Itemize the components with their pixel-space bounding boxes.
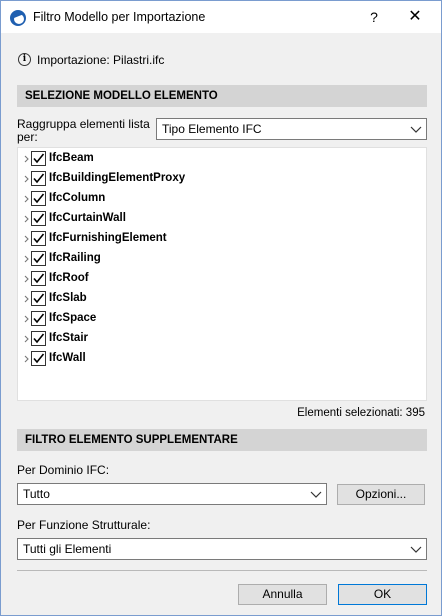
tree-item[interactable]: IfcBeam bbox=[18, 149, 318, 169]
close-button[interactable]: ✕ bbox=[404, 6, 426, 28]
item-checkbox[interactable] bbox=[31, 231, 46, 246]
selected-count: Elementi selezionati: 395 bbox=[297, 407, 425, 419]
tree-item[interactable]: IfcColumn bbox=[18, 189, 318, 209]
group-by-label: Raggruppa elementi lista per: bbox=[17, 117, 150, 144]
item-checkbox[interactable] bbox=[31, 191, 46, 206]
item-checkbox[interactable] bbox=[31, 171, 46, 186]
tree-item-label: IfcFurnishingElement bbox=[49, 232, 167, 244]
group-by-value: Tipo Elemento IFC bbox=[162, 122, 262, 136]
ifc-domain-label: Per Dominio IFC: bbox=[17, 463, 110, 477]
item-checkbox[interactable] bbox=[31, 331, 46, 346]
group-by-dropdown[interactable]: Tipo Elemento IFC bbox=[156, 118, 427, 140]
item-checkbox[interactable] bbox=[31, 211, 46, 226]
tree-item-label: IfcSlab bbox=[49, 292, 87, 304]
tree-item[interactable]: IfcFurnishingElement bbox=[18, 229, 318, 249]
ifc-domain-dropdown[interactable]: Tutto bbox=[17, 483, 327, 505]
footer-divider bbox=[17, 570, 427, 571]
chevron-down-icon bbox=[410, 126, 422, 133]
tree-item-label: IfcCurtainWall bbox=[49, 212, 126, 224]
item-checkbox[interactable] bbox=[31, 271, 46, 286]
tree-item[interactable]: IfcWall bbox=[18, 349, 318, 369]
tree-item[interactable]: IfcSpace bbox=[18, 309, 318, 329]
tree-item-label: IfcSpace bbox=[49, 312, 97, 324]
tree-item-label: IfcRailing bbox=[49, 252, 101, 264]
item-checkbox[interactable] bbox=[31, 251, 46, 266]
item-checkbox[interactable] bbox=[31, 311, 46, 326]
tree-item[interactable]: IfcBuildingElementProxy bbox=[18, 169, 318, 189]
chevron-down-icon bbox=[310, 491, 322, 498]
tree-item-label: IfcWall bbox=[49, 352, 86, 364]
dialog-window: Filtro Modello per Importazione ? ✕ i Im… bbox=[0, 0, 442, 616]
tree-item-label: IfcBeam bbox=[49, 152, 94, 164]
tree-item[interactable]: IfcSlab bbox=[18, 289, 318, 309]
options-button[interactable]: Opzioni... bbox=[337, 484, 425, 505]
help-button[interactable]: ? bbox=[364, 6, 384, 28]
element-tree[interactable]: IfcBeam IfcBuildingElementProxy IfcColumn I… bbox=[17, 147, 427, 401]
chevron-down-icon bbox=[410, 546, 422, 553]
tree-item[interactable]: IfcStair bbox=[18, 329, 318, 349]
title-bar: Filtro Modello per Importazione ? ✕ bbox=[1, 1, 441, 33]
tree-item[interactable]: IfcRailing bbox=[18, 249, 318, 269]
item-checkbox[interactable] bbox=[31, 351, 46, 366]
ok-button[interactable]: OK bbox=[338, 584, 427, 605]
tree-item[interactable]: IfcRoof bbox=[18, 269, 318, 289]
structural-function-label: Per Funzione Strutturale: bbox=[17, 518, 151, 532]
archicad-app-icon bbox=[10, 10, 26, 26]
section-header-additional-filter: FILTRO ELEMENTO SUPPLEMENTARE bbox=[17, 429, 427, 451]
item-checkbox[interactable] bbox=[31, 291, 46, 306]
cancel-button[interactable]: Annulla bbox=[238, 584, 327, 605]
info-icon: i bbox=[18, 53, 31, 66]
ifc-domain-value: Tutto bbox=[23, 487, 50, 501]
window-title: Filtro Modello per Importazione bbox=[33, 10, 206, 24]
structural-function-dropdown[interactable]: Tutti gli Elementi bbox=[17, 538, 427, 560]
tree-item-label: IfcStair bbox=[49, 332, 88, 344]
item-checkbox[interactable] bbox=[31, 151, 46, 166]
import-file-text: Importazione: Pilastri.ifc bbox=[37, 53, 165, 67]
tree-item-label: IfcRoof bbox=[49, 272, 89, 284]
tree-item-label: IfcColumn bbox=[49, 192, 106, 204]
tree-item[interactable]: IfcCurtainWall bbox=[18, 209, 318, 229]
structural-function-value: Tutti gli Elementi bbox=[23, 542, 112, 556]
section-header-model-selection: SELEZIONE MODELLO ELEMENTO bbox=[17, 85, 427, 107]
tree-item-label: IfcBuildingElementProxy bbox=[49, 172, 186, 184]
